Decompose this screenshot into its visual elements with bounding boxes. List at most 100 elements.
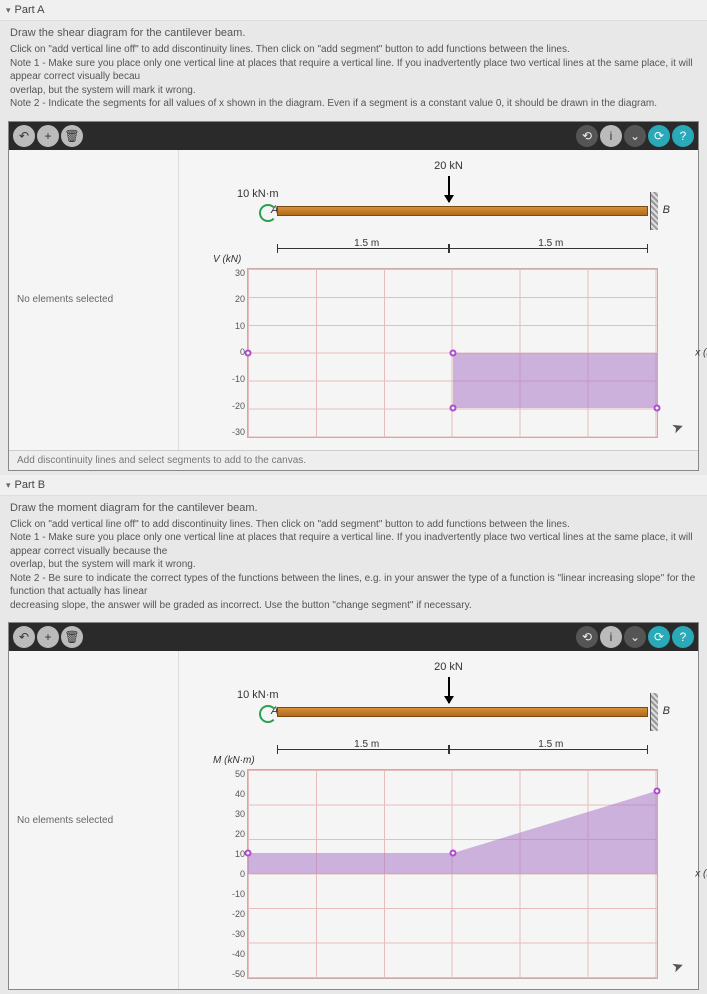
fixed-support-icon (650, 192, 658, 230)
point-load-arrow-icon (448, 677, 450, 703)
point-load-label: 20 kN (434, 661, 463, 673)
add-button[interactable]: + (37, 626, 59, 648)
plot-node[interactable] (449, 349, 456, 356)
info-button[interactable]: i (600, 125, 622, 147)
add-button[interactable]: + (37, 125, 59, 147)
tick: 40 (219, 789, 245, 799)
tick: -50 (219, 969, 245, 979)
point-b-label: B (663, 204, 670, 216)
note-line: Click on "add vertical line off" to add … (10, 518, 697, 532)
plot-node[interactable] (654, 787, 661, 794)
part-a-notes: Click on "add vertical line off" to add … (0, 41, 707, 117)
dim-1: 1.5 m (277, 248, 449, 249)
tick: -20 (219, 909, 245, 919)
part-a-canvas: ↶ + 🗑 ⟲ i ⌄ ⟳ ? No elements selected 20 … (8, 121, 699, 471)
moment-plot[interactable]: M (kN·m) 50 40 30 20 10 0 -10 -20 -30 -4… (219, 769, 688, 979)
point-b-label: B (663, 705, 670, 717)
dimensions: 1.5 m 1.5 m (209, 745, 688, 765)
y-axis-label: M (kN·m) (213, 755, 255, 766)
selection-panel: No elements selected (9, 651, 179, 989)
dim-2-text: 1.5 m (538, 238, 563, 249)
note-line: Note 2 - Indicate the segments for all v… (10, 97, 697, 111)
moment-label: 10 kN·m (237, 689, 279, 701)
tick: 20 (219, 829, 245, 839)
dropdown-button[interactable]: ⌄ (624, 125, 646, 147)
part-b-header[interactable]: Part B (0, 475, 707, 496)
tick: -10 (219, 889, 245, 899)
moment-label: 10 kN·m (237, 188, 279, 200)
note-line: Note 1 - Make sure you place only one ve… (10, 57, 697, 84)
tick: -30 (219, 929, 245, 939)
point-load-label: 20 kN (434, 160, 463, 172)
fixed-support-icon (650, 693, 658, 731)
beam-figure: 20 kN 10 kN·m A B (209, 661, 688, 741)
y-axis-label: V (kN) (213, 254, 241, 265)
diagram-area[interactable]: 20 kN 10 kN·m A B 1.5 m 1.5 m V (kN) 30 … (179, 150, 698, 450)
plot-node[interactable] (449, 850, 456, 857)
part-b-notes: Click on "add vertical line off" to add … (0, 516, 707, 619)
point-load-arrow-icon (448, 176, 450, 202)
plot-node[interactable] (245, 850, 252, 857)
x-axis-label: x (m) (695, 869, 707, 880)
note-line: Note 2 - Be sure to indicate the correct… (10, 572, 697, 599)
y-axis-ticks: 30 20 10 0 -10 -20 -30 (219, 268, 245, 438)
zoom-button[interactable]: ⟳ (648, 125, 670, 147)
tick: 50 (219, 769, 245, 779)
note-line: overlap, but the system will mark it wro… (10, 84, 697, 98)
tick: -20 (219, 401, 245, 411)
x-axis-label: x (m) (695, 347, 707, 358)
tick: -10 (219, 374, 245, 384)
part-a-header[interactable]: Part A (0, 0, 707, 21)
selection-panel: No elements selected (9, 150, 179, 450)
note-line: decreasing slope, the answer will be gra… (10, 599, 697, 613)
dim-1-text: 1.5 m (354, 238, 379, 249)
shear-region (453, 353, 658, 408)
part-b-title: Draw the moment diagram for the cantilev… (0, 496, 707, 516)
tick: 10 (219, 849, 245, 859)
dimensions: 1.5 m 1.5 m (209, 244, 688, 264)
tick: -30 (219, 427, 245, 437)
toolbar: ↶ + 🗑 ⟲ i ⌄ ⟳ ? (9, 122, 698, 150)
dim-1: 1.5 m (277, 749, 449, 750)
dim-2: 1.5 m (449, 248, 649, 249)
tick: 10 (219, 321, 245, 331)
reset-button[interactable]: ⟲ (576, 125, 598, 147)
dim-2-text: 1.5 m (538, 739, 563, 750)
beam-icon (277, 206, 648, 216)
tick: 30 (219, 809, 245, 819)
undo-button[interactable]: ↶ (13, 125, 35, 147)
plot-grid[interactable] (247, 769, 658, 979)
zoom-button[interactable]: ⟳ (648, 626, 670, 648)
help-button[interactable]: ? (672, 626, 694, 648)
tick: 20 (219, 294, 245, 304)
plot-node[interactable] (245, 349, 252, 356)
y-axis-ticks: 50 40 30 20 10 0 -10 -20 -30 -40 -50 (219, 769, 245, 979)
plot-node[interactable] (449, 404, 456, 411)
diagram-area[interactable]: 20 kN 10 kN·m A B 1.5 m 1.5 m M (kN·m) 5… (179, 651, 698, 989)
dim-2: 1.5 m (449, 749, 649, 750)
hint-bar: Add discontinuity lines and select segme… (9, 450, 698, 470)
undo-button[interactable]: ↶ (13, 626, 35, 648)
plot-grid[interactable] (247, 268, 658, 438)
tick: 0 (219, 869, 245, 879)
beam-icon (277, 707, 648, 717)
trash-button[interactable]: 🗑 (61, 125, 83, 147)
beam-figure: 20 kN 10 kN·m A B (209, 160, 688, 240)
dropdown-button[interactable]: ⌄ (624, 626, 646, 648)
note-line: overlap, but the system will mark it wro… (10, 558, 697, 572)
part-a-title: Draw the shear diagram for the cantileve… (0, 21, 707, 41)
plot-node[interactable] (654, 404, 661, 411)
info-button[interactable]: i (600, 626, 622, 648)
trash-button[interactable]: 🗑 (61, 626, 83, 648)
tick: 0 (219, 347, 245, 357)
reset-button[interactable]: ⟲ (576, 626, 598, 648)
tick: -40 (219, 949, 245, 959)
note-line: Note 1 - Make sure you place only one ve… (10, 531, 697, 558)
part-b-canvas: ↶ + 🗑 ⟲ i ⌄ ⟳ ? No elements selected 20 … (8, 622, 699, 990)
moment-region-1 (248, 853, 453, 874)
help-button[interactable]: ? (672, 125, 694, 147)
toolbar: ↶ + 🗑 ⟲ i ⌄ ⟳ ? (9, 623, 698, 651)
dim-1-text: 1.5 m (354, 739, 379, 750)
moment-region-2 (453, 791, 658, 874)
shear-plot[interactable]: V (kN) 30 20 10 0 -10 -20 -30 x (219, 268, 688, 438)
